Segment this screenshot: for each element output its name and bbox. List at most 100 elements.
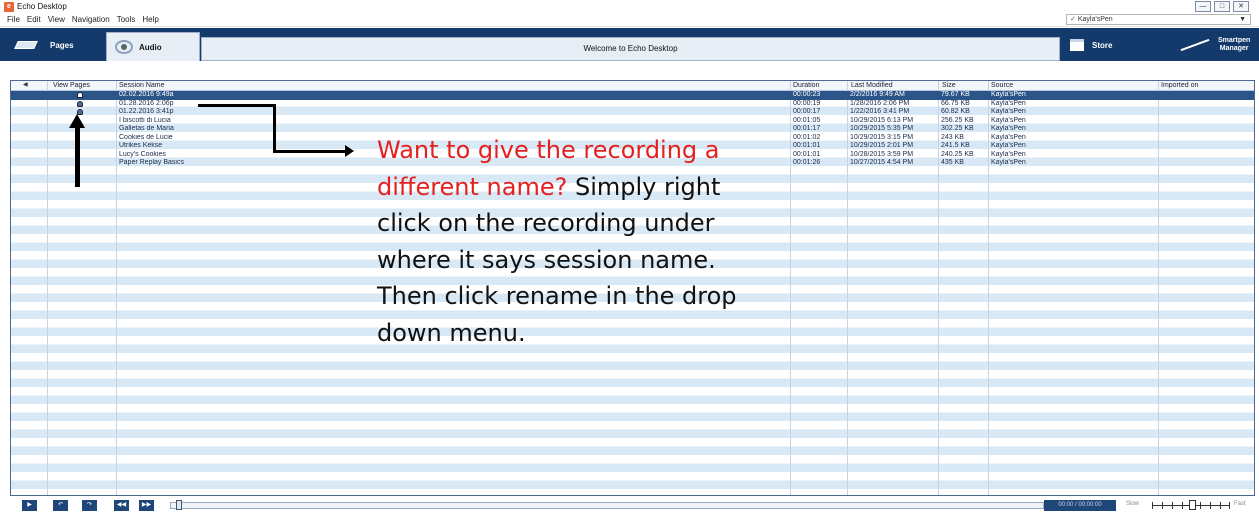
col-header-view-pages[interactable]: View Pages xyxy=(53,82,90,89)
chevron-down-icon: ▼ xyxy=(1239,16,1246,23)
cell-last-modified: 1/28/2016 2:06 PM xyxy=(850,99,910,107)
title-bar: e Echo Desktop — □ ✕ xyxy=(0,0,1259,13)
playback-bar: ▶ ↶ ↷ ◀◀ ▶▶ 00:00 / 00:00:00 Slow Fast xyxy=(0,497,1259,512)
speed-fast-label: Fast xyxy=(1234,501,1246,507)
smartpen-icon xyxy=(1180,38,1210,52)
minimize-icon[interactable]: — xyxy=(1195,1,1211,12)
cell-duration: 00:01:01 xyxy=(793,142,821,149)
cell-session-name: 01.22.2016 3:41p xyxy=(119,108,174,115)
store-label: Store xyxy=(1092,40,1113,50)
playback-progress-bar[interactable] xyxy=(170,502,1044,509)
tab-pages[interactable]: Pages xyxy=(14,33,74,57)
speed-tick xyxy=(1182,502,1183,509)
cell-size: 241.5 KB xyxy=(941,142,970,149)
speed-tick xyxy=(1152,502,1153,509)
speed-slider-knob[interactable] xyxy=(1189,500,1196,510)
window-controls: — □ ✕ xyxy=(1195,1,1249,12)
cell-last-modified: 10/28/2015 3:59 PM xyxy=(850,150,914,158)
cell-session-name: Lucy's Cookies xyxy=(119,150,166,158)
pointer-arrow xyxy=(273,104,276,152)
pen-selector-dropdown[interactable]: ✓ Kayla'sPen ▼ xyxy=(1066,14,1251,25)
cell-session-name: Cookies de Lucie xyxy=(119,133,173,141)
menu-navigation[interactable]: Navigation xyxy=(72,15,110,24)
view-pages-icon[interactable] xyxy=(77,100,83,107)
cell-size: 240.25 KB xyxy=(941,150,974,158)
menu-file[interactable]: File xyxy=(7,15,20,24)
smartpen-manager-button[interactable]: Smartpen Manager xyxy=(1180,33,1250,57)
play-icon[interactable]: ▶ xyxy=(22,500,37,511)
tab-audio-label: Audio xyxy=(139,42,162,52)
cell-last-modified: 1/22/2016 3:41 PM xyxy=(850,108,910,115)
cell-session-name: Utrikes Kekse xyxy=(119,142,163,149)
tab-pages-label: Pages xyxy=(50,40,74,50)
speed-tick xyxy=(1220,502,1221,509)
cell-session-name: Galletas de Maria xyxy=(119,125,174,132)
tab-audio[interactable]: Audio xyxy=(106,32,200,61)
speed-tick xyxy=(1172,502,1173,509)
playback-scrubber[interactable] xyxy=(176,500,182,510)
cell-duration: 00:01:17 xyxy=(793,125,821,132)
menu-edit[interactable]: Edit xyxy=(27,15,41,24)
smartpen-label-line2: Manager xyxy=(1219,45,1249,52)
cell-session-name: 01.28.2016 2:06p xyxy=(119,99,174,107)
close-icon[interactable]: ✕ xyxy=(1233,1,1249,12)
table-row[interactable]: 01.22.2016 3:41p 00:00:17 1/22/2016 3:41 P… xyxy=(11,108,1254,117)
welcome-banner: Welcome to Echo Desktop xyxy=(201,37,1060,61)
menu-view[interactable]: View xyxy=(48,15,65,24)
view-pages-icon[interactable] xyxy=(77,92,83,98)
cell-last-modified: 10/27/2015 4:54 PM xyxy=(850,159,914,166)
cell-size: 66.75 KB xyxy=(941,99,970,107)
cell-duration: 00:00:17 xyxy=(793,108,821,115)
cell-source: Kayla'sPen xyxy=(991,108,1026,115)
smartpen-label-line1: Smartpen xyxy=(1218,37,1251,44)
store-button[interactable]: Store xyxy=(1070,33,1112,57)
col-header-session-name[interactable]: Session Name xyxy=(119,82,165,89)
cell-last-modified: 10/29/2015 5:35 PM xyxy=(850,125,914,132)
check-icon: ✓ xyxy=(1070,16,1076,23)
speed-tick xyxy=(1229,502,1230,509)
previous-icon[interactable]: ◀◀ xyxy=(114,500,129,511)
cell-source: Kayla'sPen xyxy=(991,150,1026,158)
table-header: ◀ View Pages Session Name Duration Last … xyxy=(11,81,1254,91)
cell-source: Kayla'sPen xyxy=(991,159,1026,166)
cell-duration: 00:00:23 xyxy=(793,91,821,98)
cell-duration: 00:01:26 xyxy=(793,159,821,166)
sort-icon[interactable]: ◀ xyxy=(23,81,28,88)
col-header-last-modified[interactable]: Last Modified xyxy=(851,82,893,89)
jump-forward-icon[interactable]: ↷ xyxy=(82,500,97,511)
pointer-arrow xyxy=(273,150,349,153)
playback-time: 00:00 / 00:00:00 xyxy=(1044,500,1116,511)
table-row[interactable]: I biscotti di Lucia 00:01:05 10/29/2015 6:… xyxy=(11,116,1254,126)
menu-tools[interactable]: Tools xyxy=(117,15,136,24)
next-icon[interactable]: ▶▶ xyxy=(139,500,154,511)
cell-session-name: Paper Replay Basics xyxy=(119,159,184,166)
pointer-arrow xyxy=(198,104,274,107)
cell-duration: 00:00:19 xyxy=(793,99,821,107)
cell-size: 60.82 KB xyxy=(941,108,970,115)
pointer-arrow xyxy=(75,127,80,187)
store-icon xyxy=(1070,39,1084,51)
speed-tick xyxy=(1200,502,1201,509)
arrow-right-icon xyxy=(345,145,354,157)
arrow-up-icon xyxy=(69,114,85,128)
cell-source: Kayla'sPen xyxy=(991,91,1026,98)
menu-help[interactable]: Help xyxy=(142,15,158,24)
cell-source: Kayla'sPen xyxy=(991,142,1026,149)
table-row[interactable]: 02.02.2016 9:49a 00:00:23 2/2/2016 9:49 AM… xyxy=(11,91,1254,100)
menu-bar: File Edit View Navigation Tools Help ✓ Ka… xyxy=(0,13,1259,27)
cell-source: Kayla'sPen xyxy=(991,99,1026,107)
cell-session-name: I biscotti di Lucia xyxy=(119,116,171,124)
col-header-duration[interactable]: Duration xyxy=(793,82,819,89)
pen-selector-value: Kayla'sPen xyxy=(1077,16,1113,23)
col-header-size[interactable]: Size xyxy=(942,82,956,89)
col-header-source[interactable]: Source xyxy=(991,82,1013,89)
cell-source: Kayla'sPen xyxy=(991,125,1026,132)
col-header-imported-on[interactable]: Imported on xyxy=(1161,82,1198,89)
window-title: Echo Desktop xyxy=(17,2,67,11)
jump-back-icon[interactable]: ↶ xyxy=(53,500,68,511)
speed-slow-label: Slow xyxy=(1126,501,1140,507)
app-logo-icon: e xyxy=(4,1,14,12)
pages-icon xyxy=(14,41,38,49)
cell-last-modified: 2/2/2016 9:49 AM xyxy=(850,91,905,98)
maximize-icon[interactable]: □ xyxy=(1214,1,1230,12)
